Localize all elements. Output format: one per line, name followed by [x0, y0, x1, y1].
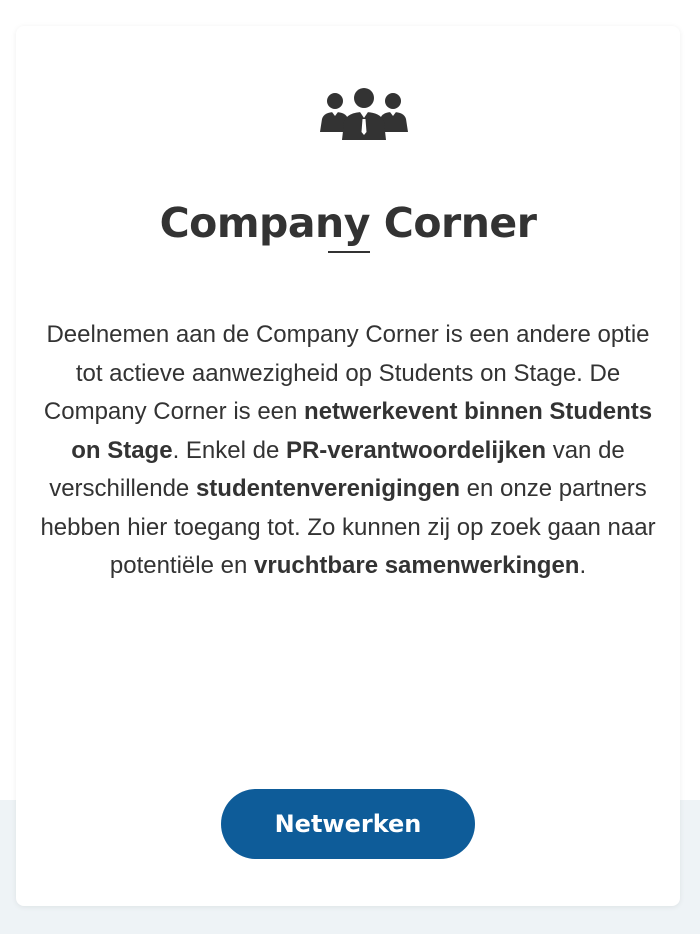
card-title: Company Corner	[159, 199, 537, 247]
highlight-pr-responsibles: PR-verantwoordelijken	[285, 436, 547, 464]
highlight-student-associations: studentenverenigingen	[195, 475, 460, 502]
description-text: .	[579, 552, 587, 579]
description-text: . Enkel de	[172, 436, 286, 464]
highlight-collaborations: vruchtbare samenwerkingen	[254, 552, 580, 579]
netwerken-button[interactable]: Netwerken	[221, 789, 475, 859]
company-corner-card: Company Corner Deelnemen aan de Company …	[16, 26, 680, 906]
title-divider	[328, 251, 370, 253]
card-description: Deelnemen aan de Company Corner is een a…	[40, 316, 656, 586]
team-icon	[320, 88, 408, 140]
